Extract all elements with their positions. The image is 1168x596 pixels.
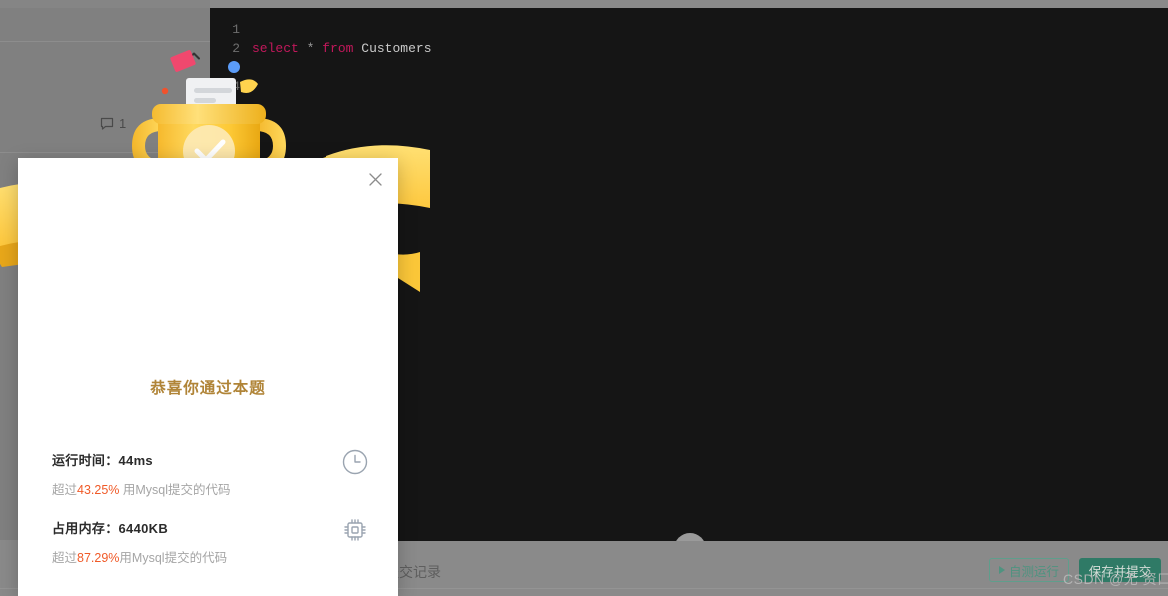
line-number: 1 — [232, 22, 240, 37]
stat-row-memory: 占用内存：6440KB 超过87.29%用Mysql提交的代码 — [18, 506, 398, 574]
code-token: from — [322, 41, 354, 56]
line-number: 4 — [232, 79, 240, 94]
runtime-value: 44ms — [118, 453, 153, 468]
problem-panel-header — [0, 0, 210, 8]
problem-meta-row: 1 举报 — [100, 114, 178, 133]
code-line: 2 select * from Customers — [210, 39, 1168, 58]
runtime-label: 运行时间： — [52, 453, 119, 468]
code-token: select — [252, 41, 299, 56]
comment-count-label: 1 — [119, 116, 127, 131]
self-test-run-button[interactable]: 自测运行 — [989, 558, 1069, 582]
code-line: 1 — [210, 20, 1168, 39]
runtime-sub-suffix: 用Mysql提交的代码 — [119, 483, 231, 497]
panel-divider-top — [0, 41, 210, 42]
play-icon — [998, 566, 1005, 574]
runtime-percentile: 43.25% — [77, 483, 120, 497]
runtime-sub: 超过43.25% 用Mysql提交的代码 — [52, 469, 364, 498]
memory-sub-suffix: 用Mysql提交的代码 — [119, 551, 228, 565]
cpu-icon — [341, 516, 369, 544]
report-label: 举报 — [152, 117, 179, 132]
chevron-up-icon[interactable] — [186, 48, 202, 64]
code-text[interactable]: select * from Customers — [252, 39, 432, 58]
stats-section: 运行时间：44ms 超过43.25% 用Mysql提交的代码 占用内存：6440… — [18, 438, 398, 574]
comment-icon — [100, 117, 114, 131]
memory-main: 占用内存：6440KB — [52, 506, 364, 537]
code-line: 4 — [210, 77, 1168, 96]
report-item[interactable]: 举报 — [152, 114, 178, 133]
memory-sub-prefix: 超过 — [52, 551, 78, 565]
line-number: 3 — [232, 60, 240, 75]
editor-top-strip — [210, 0, 1168, 8]
self-test-run-label: 自测运行 — [1008, 564, 1059, 579]
line-number: 2 — [232, 41, 240, 56]
panel-divider-bottom — [0, 152, 210, 153]
runtime-sub-prefix: 超过 — [52, 483, 78, 497]
csdn-watermark: CSDN @无 资口 — [1063, 571, 1168, 587]
memory-label: 占用内存： — [52, 521, 119, 536]
success-modal: 恭喜你通过本题 运行时间：44ms 超过43.25% 用Mysql提交的代码 占… — [18, 158, 398, 596]
close-icon[interactable] — [360, 164, 390, 194]
memory-sub: 超过87.29%用Mysql提交的代码 — [52, 537, 364, 566]
stat-row-runtime: 运行时间：44ms 超过43.25% 用Mysql提交的代码 — [18, 438, 398, 506]
memory-value: 6440KB — [118, 521, 169, 536]
runtime-main: 运行时间：44ms — [52, 438, 364, 469]
congratulations-title: 恭喜你通过本题 — [150, 380, 266, 397]
comment-count-item[interactable]: 1 — [100, 116, 126, 131]
code-token: Customers — [361, 41, 432, 56]
clock-icon — [341, 448, 369, 476]
code-line: 3 — [210, 58, 1168, 77]
memory-percentile: 87.29% — [77, 551, 120, 565]
